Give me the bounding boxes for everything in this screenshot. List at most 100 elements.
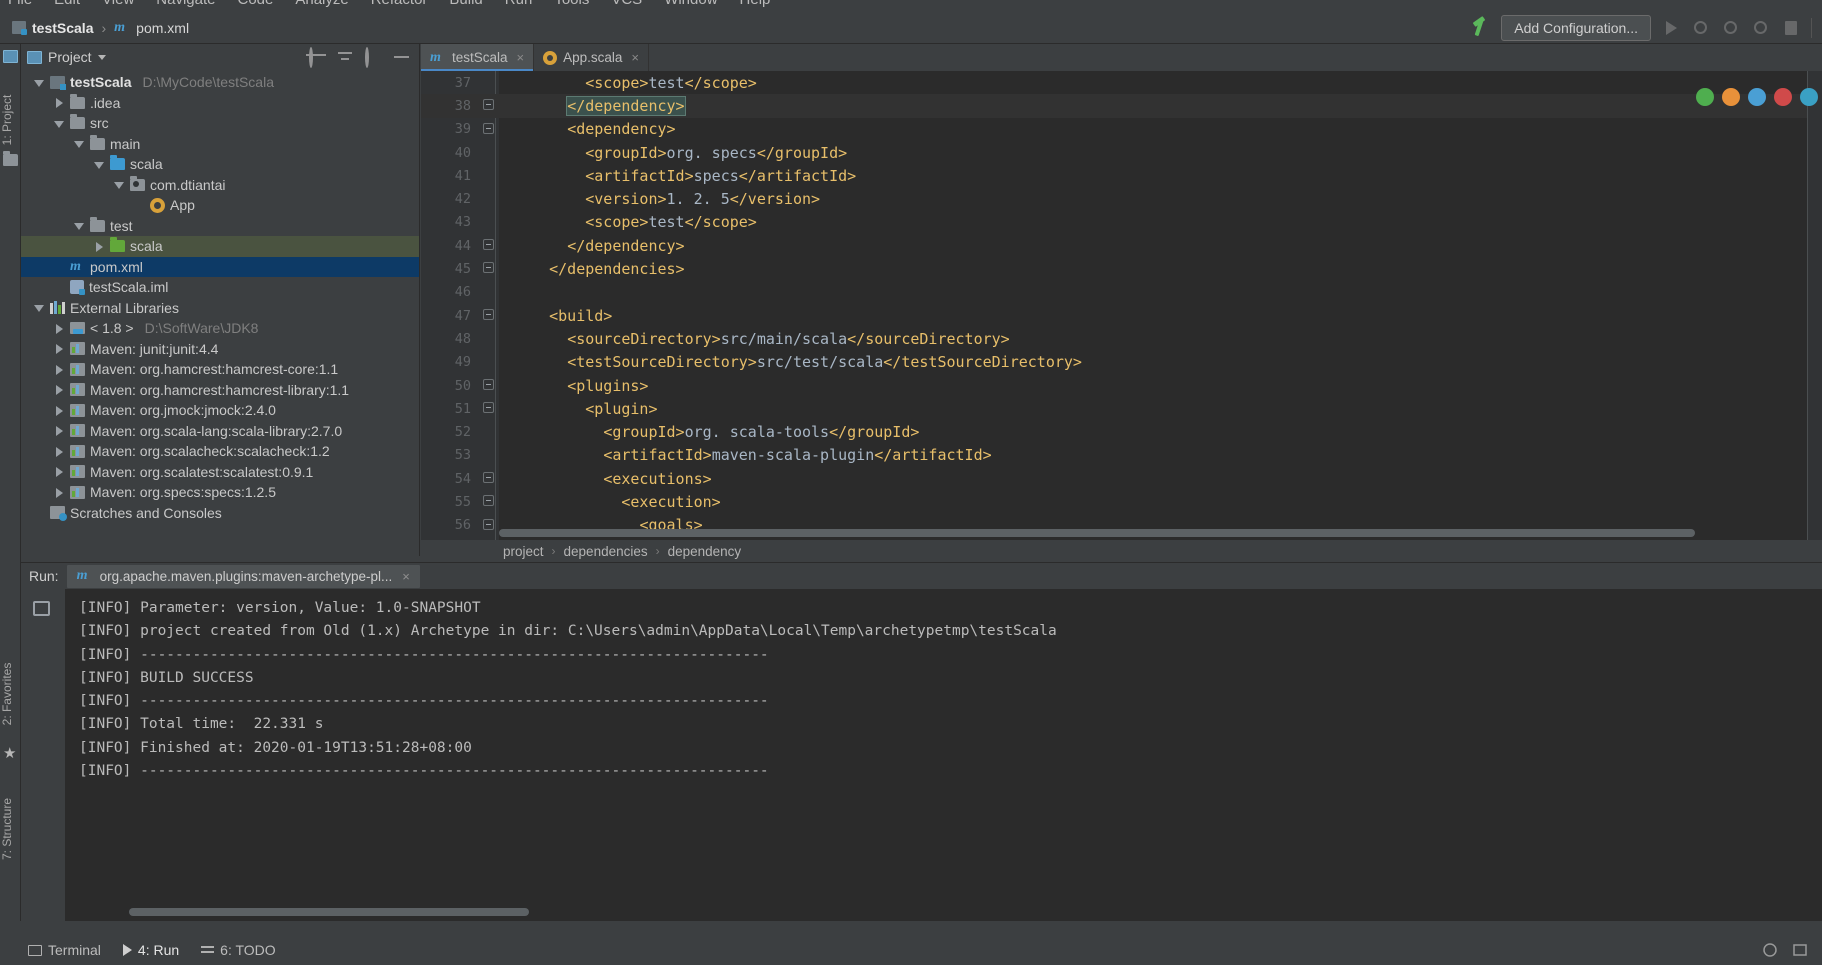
menu-item-file[interactable]: File (8, 0, 32, 8)
breadcrumb-item-dependency[interactable]: dependency (668, 544, 742, 559)
fold-collapse-icon[interactable] (479, 234, 499, 257)
tree-node-scala[interactable]: scala (21, 154, 419, 175)
menu-item-build[interactable]: Build (449, 0, 482, 8)
menu-item-vcs[interactable]: VCS (611, 0, 642, 8)
chevron-down-icon[interactable] (97, 54, 106, 60)
fold-collapse-icon[interactable] (479, 304, 499, 327)
code-line[interactable]: 49 <testSourceDirectory>src/test/scala</… (421, 351, 1822, 374)
code-line[interactable]: 38 </dependency> (421, 94, 1822, 118)
chevron-down-icon[interactable] (34, 302, 45, 313)
close-icon[interactable]: × (402, 569, 410, 584)
chevron-right-icon[interactable] (54, 323, 65, 334)
tree-node-main[interactable]: main (21, 134, 419, 155)
code-line[interactable]: 43 <scope>test</scope> (421, 211, 1822, 234)
menu-item-edit[interactable]: Edit (54, 0, 80, 8)
code-editor[interactable]: 37 <scope>test</scope> 38 </dependency> 39… (421, 71, 1822, 541)
tree-node-maven-org-specs-specs-1-2-5[interactable]: Maven: org.specs:specs:1.2.5 (21, 482, 419, 503)
breadcrumb-item-dependencies[interactable]: dependencies (564, 544, 648, 559)
run-with-coverage-icon[interactable] (1721, 18, 1741, 38)
run-configuration-tab[interactable]: m org.apache.maven.plugins:maven-archety… (66, 564, 420, 588)
tree-node-maven-org-hamcrest-hamcrest-core-1-1[interactable]: Maven: org.hamcrest:hamcrest-core:1.1 (21, 359, 419, 380)
chevron-right-icon[interactable] (54, 405, 65, 416)
tree-node-maven-org-scalatest-scalatest-0-9-1[interactable]: Maven: org.scalatest:scalatest:0.9.1 (21, 462, 419, 483)
fold-collapse-icon[interactable] (479, 514, 499, 537)
edge-browser-icon[interactable] (1800, 88, 1818, 106)
tree-node-idea[interactable]: .idea (21, 93, 419, 114)
tree-node-test[interactable]: test (21, 216, 419, 237)
code-line[interactable]: 50 <plugins> (421, 374, 1822, 397)
chevron-right-icon[interactable] (54, 446, 65, 457)
project-rail-icon[interactable] (3, 50, 18, 65)
code-line[interactable]: 37 <scope>test</scope> (421, 71, 1822, 94)
console-horizontal-scrollbar[interactable] (129, 908, 529, 916)
status-item-terminal[interactable]: Terminal (28, 942, 101, 958)
tree-node-maven-junit-junit-4-4[interactable]: Maven: junit:junit:4.4 (21, 339, 419, 360)
rail-item-structure[interactable]: 7: Structure (0, 797, 20, 861)
tree-node-scala[interactable]: scala (21, 236, 419, 257)
editor-tab-app-scala[interactable]: App.scala × (534, 44, 650, 71)
editor-horizontal-scrollbar[interactable] (499, 529, 1695, 537)
rail-item-project[interactable]: 1: Project (0, 88, 20, 152)
tree-node-testscala[interactable]: testScala D:\MyCode\testScala (21, 72, 419, 93)
tree-node-maven-org-scala-lang-scala-library-2-7-0[interactable]: Maven: org.scala-lang:scala-library:2.7.… (21, 421, 419, 442)
chevron-right-icon[interactable] (54, 97, 65, 109)
debug-icon[interactable] (1691, 18, 1711, 38)
hide-icon[interactable] (393, 49, 409, 65)
profile-icon[interactable] (1751, 18, 1771, 38)
tree-node-testscala-iml[interactable]: testScala.iml (21, 277, 419, 298)
close-icon[interactable]: × (631, 50, 639, 65)
code-line[interactable]: 53 <artifactId>maven-scala-plugin</artif… (421, 444, 1822, 467)
menu-item-navigate[interactable]: Navigate (156, 0, 215, 8)
code-line[interactable]: 48 <sourceDirectory>src/main/scala</sour… (421, 327, 1822, 350)
status-item-todo[interactable]: 6: TODO (201, 942, 276, 958)
code-line[interactable]: 55 <execution> (421, 490, 1822, 513)
chevron-down-icon[interactable] (94, 159, 105, 170)
tree-node-pom-xml[interactable]: m pom.xml (21, 256, 419, 277)
editor-marker-column[interactable] (1808, 71, 1822, 541)
fold-collapse-icon[interactable] (479, 467, 499, 490)
menu-item-code[interactable]: Code (237, 0, 273, 8)
code-line[interactable]: 39 <dependency> (421, 118, 1822, 141)
code-line[interactable]: 41 <artifactId>specs</artifactId> (421, 164, 1822, 187)
chevron-right-icon[interactable] (54, 364, 65, 375)
chrome-browser-icon[interactable] (1696, 88, 1714, 106)
fold-collapse-icon[interactable] (479, 257, 499, 280)
favorites-star-icon[interactable]: ★ (3, 744, 18, 762)
code-line[interactable]: 51 <plugin> (421, 397, 1822, 420)
run-console-output[interactable]: [INFO] Parameter: version, Value: 1.0-SN… (65, 589, 1822, 921)
event-log-icon[interactable] (1762, 942, 1778, 958)
menu-item-refactor[interactable]: Refactor (371, 0, 428, 8)
breadcrumb-item-project[interactable]: project (503, 544, 544, 559)
chevron-down-icon[interactable] (54, 118, 65, 129)
settings-gear-icon[interactable] (365, 47, 381, 68)
rerun-icon[interactable] (33, 601, 52, 620)
tree-node-1-8[interactable]: < 1.8 > D:\SoftWare\JDK8 (21, 318, 419, 339)
chevron-right-icon[interactable] (54, 487, 65, 498)
code-line[interactable]: 44 </dependency> (421, 234, 1822, 257)
tree-node-src[interactable]: src (21, 113, 419, 134)
tree-node-scratches-and-consoles[interactable]: Scratches and Consoles (21, 503, 419, 524)
menu-item-view[interactable]: View (102, 0, 134, 8)
code-line[interactable]: 40 <groupId>org. specs</groupId> (421, 141, 1822, 164)
chevron-down-icon[interactable] (74, 220, 85, 231)
run-icon[interactable] (1661, 18, 1681, 38)
chevron-down-icon[interactable] (114, 179, 125, 190)
add-configuration-button[interactable]: Add Configuration... (1501, 14, 1651, 41)
fold-collapse-icon[interactable] (479, 490, 499, 513)
fold-collapse-icon[interactable] (479, 374, 499, 397)
stop-icon[interactable] (1781, 18, 1801, 38)
safari-browser-icon[interactable] (1748, 88, 1766, 106)
menu-item-run[interactable]: Run (505, 0, 533, 8)
fold-collapse-icon[interactable] (479, 397, 499, 420)
chevron-right-icon[interactable] (54, 343, 65, 355)
tree-node-maven-org-hamcrest-hamcrest-library-1-1[interactable]: Maven: org.hamcrest:hamcrest-library:1.1 (21, 380, 419, 401)
tree-node-maven-org-jmock-jmock-2-4-0[interactable]: Maven: org.jmock:jmock:2.4.0 (21, 400, 419, 421)
chevron-down-icon[interactable] (34, 77, 45, 88)
chevron-down-icon[interactable] (74, 138, 85, 149)
rail-item-favorites[interactable]: 2: Favorites (0, 662, 20, 726)
nav-crumb-project[interactable]: testScala (12, 20, 93, 36)
code-line[interactable]: 42 <version>1. 2. 5</version> (421, 187, 1822, 210)
tree-node-com-dtiantai[interactable]: com.dtiantai (21, 175, 419, 196)
opera-browser-icon[interactable] (1774, 88, 1792, 106)
code-line[interactable]: 45 </dependencies> (421, 257, 1822, 280)
